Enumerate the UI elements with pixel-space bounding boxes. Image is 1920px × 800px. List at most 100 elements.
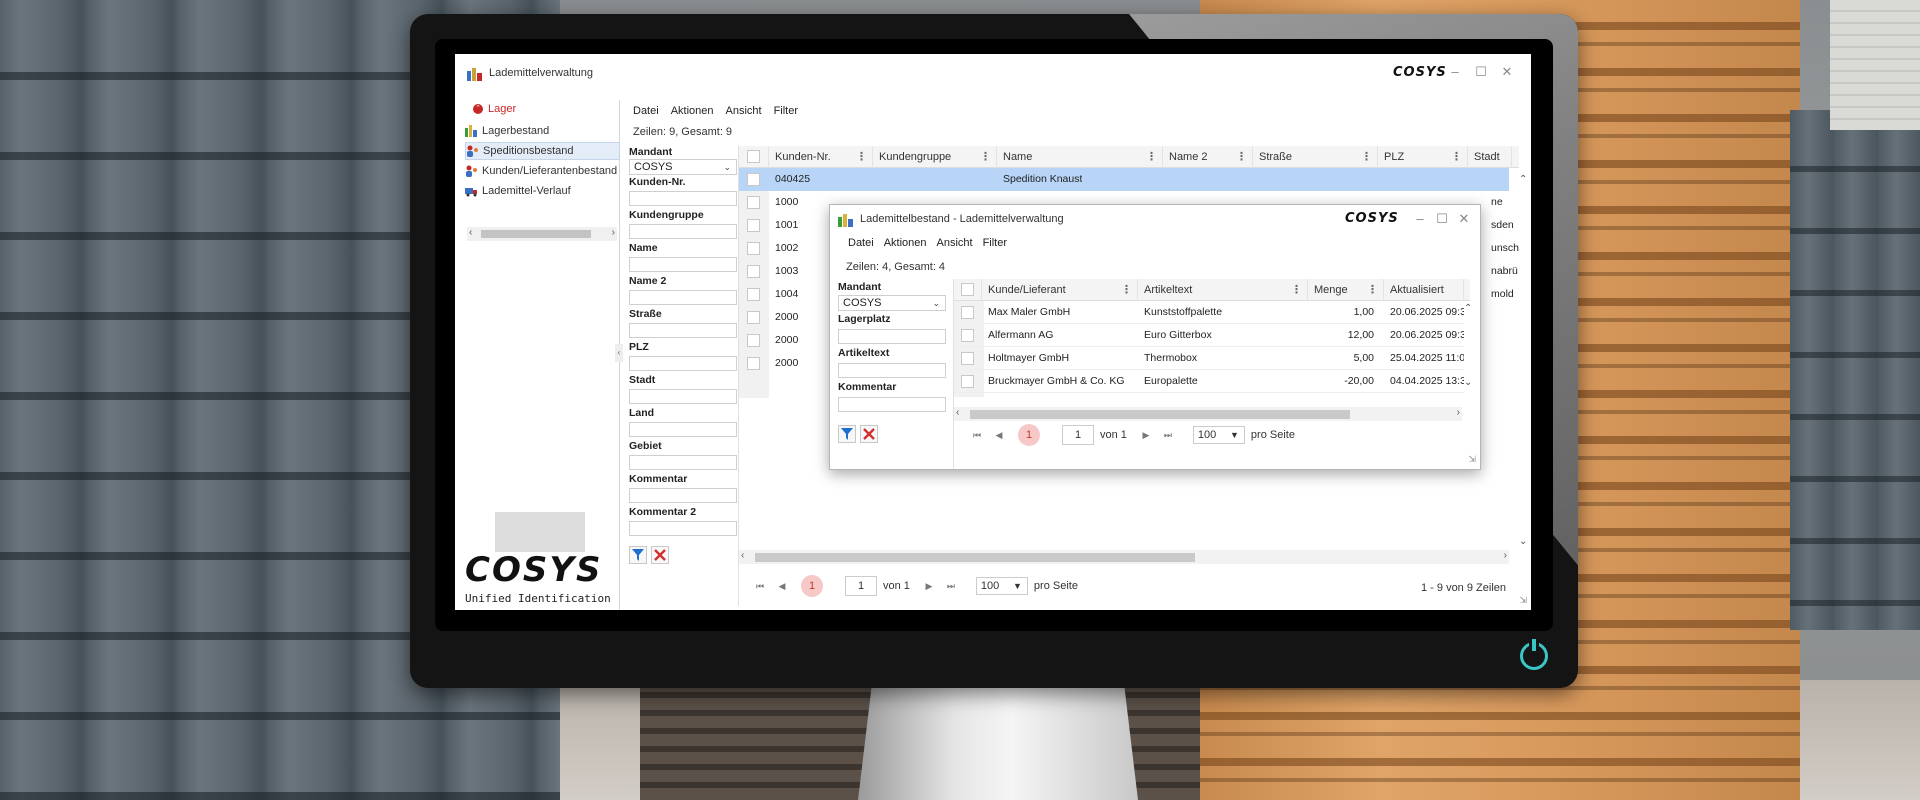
filter-input-kommentar[interactable] — [629, 488, 737, 503]
filter-input-name-2[interactable] — [629, 290, 737, 305]
grid-vertical-scrollbar[interactable]: ⌃ ⌄ — [1517, 174, 1531, 554]
nav-item-speditionsbestand[interactable]: Speditionsbestand — [465, 142, 620, 160]
menu-filter[interactable]: Filter — [774, 105, 798, 117]
scroll-left-icon[interactable]: ‹ — [469, 227, 472, 238]
column-menu-icon[interactable]: ⋮ — [1451, 146, 1462, 168]
scroll-left-icon[interactable]: ‹ — [741, 550, 744, 561]
clear-filter-button[interactable] — [860, 425, 878, 443]
row-checkbox[interactable] — [747, 219, 760, 232]
nav-scrollbar[interactable]: ‹ › — [467, 227, 617, 241]
page-size-select[interactable]: 100 ▼ — [975, 577, 1028, 595]
column-menu-icon[interactable]: ⋮ — [1361, 146, 1372, 168]
mandant-select[interactable]: COSYS ⌄ — [838, 295, 946, 311]
table-row[interactable]: Holtmayer GmbH Thermobox 5,00 25.04.2025… — [954, 347, 1464, 370]
row-checkbox[interactable] — [961, 329, 974, 342]
filter-input-kommentar-2[interactable] — [629, 521, 737, 536]
prev-page-icon[interactable]: ◀ — [771, 581, 793, 592]
maximize-icon[interactable]: ☐ — [1434, 211, 1450, 227]
row-checkbox[interactable] — [747, 196, 760, 209]
select-all-checkbox[interactable] — [961, 283, 974, 296]
scroll-thumb[interactable] — [970, 410, 1350, 419]
column-header-kunde-lieferant[interactable]: Kunde/Lieferant ⋮ — [982, 279, 1138, 301]
filter-input-kommentar[interactable] — [838, 397, 946, 412]
scroll-up-icon[interactable]: ⌃ — [1519, 174, 1527, 185]
menu-datei[interactable]: Datei — [633, 105, 659, 117]
column-menu-icon[interactable]: ⋮ — [856, 146, 867, 168]
mandant-select[interactable]: COSYS ⌄ — [629, 159, 737, 175]
current-page-badge[interactable]: 1 — [801, 575, 823, 597]
column-header-stadt[interactable]: Stadt — [1468, 146, 1512, 168]
minimize-icon[interactable]: – — [1447, 64, 1463, 80]
maximize-icon[interactable]: ☐ — [1473, 64, 1489, 80]
menu-ansicht[interactable]: Ansicht — [726, 105, 762, 117]
table-row[interactable]: Bruckmayer GmbH & Co. KG Europalette -20… — [954, 370, 1464, 393]
column-header-name[interactable]: Name ⋮ — [997, 146, 1163, 168]
row-checkbox[interactable] — [747, 242, 760, 255]
scroll-down-icon[interactable]: ⌄ — [1519, 536, 1527, 547]
row-checkbox[interactable] — [747, 265, 760, 278]
apply-filter-button[interactable] — [629, 546, 647, 564]
column-header-aktualisiert[interactable]: Aktualisiert — [1384, 279, 1464, 301]
menu-datei[interactable]: Datei — [848, 237, 874, 249]
menu-aktionen[interactable]: Aktionen — [671, 105, 714, 117]
row-checkbox[interactable] — [961, 306, 974, 319]
column-header-name-2[interactable]: Name 2 ⋮ — [1163, 146, 1253, 168]
next-page-icon[interactable]: ▶ — [1135, 430, 1157, 441]
menu-ansicht[interactable]: Ansicht — [937, 237, 973, 249]
minimize-icon[interactable]: – — [1412, 211, 1428, 227]
column-header-menge[interactable]: Menge ⋮ — [1308, 279, 1384, 301]
scroll-right-icon[interactable]: › — [1504, 550, 1507, 561]
filter-input-stadt[interactable] — [629, 389, 737, 404]
resize-grip-icon[interactable]: ⇲ — [1468, 454, 1476, 465]
dialog-horizontal-scrollbar[interactable]: ‹ › — [954, 407, 1462, 421]
prev-page-icon[interactable]: ◀ — [988, 430, 1010, 441]
scroll-up-icon[interactable]: ⌃ — [1464, 303, 1472, 314]
column-menu-icon[interactable]: ⋮ — [1146, 146, 1157, 168]
select-all-checkbox[interactable] — [747, 150, 760, 163]
scroll-thumb[interactable] — [755, 553, 1195, 562]
column-menu-icon[interactable]: ⋮ — [1121, 279, 1132, 301]
column-menu-icon[interactable]: ⋮ — [1367, 279, 1378, 301]
nav-item-kunden-lieferantenbestand[interactable]: Kunden/Lieferantenbestand — [465, 162, 620, 180]
apply-filter-button[interactable] — [838, 425, 856, 443]
page-size-select[interactable]: 100 ▼ — [1192, 426, 1245, 444]
filter-input-lagerplatz[interactable] — [838, 329, 946, 344]
column-menu-icon[interactable]: ⋮ — [980, 146, 991, 168]
row-checkbox[interactable] — [961, 352, 974, 365]
last-page-icon[interactable]: ⏭ — [940, 581, 962, 592]
page-number-input[interactable]: 1 — [1062, 425, 1094, 445]
column-header-strasse[interactable]: Straße ⋮ — [1253, 146, 1378, 168]
row-checkbox[interactable] — [747, 288, 760, 301]
menu-aktionen[interactable]: Aktionen — [884, 237, 927, 249]
first-page-icon[interactable]: ⏮ — [749, 581, 771, 592]
filter-input-plz[interactable] — [629, 356, 737, 371]
filter-input-strasse[interactable] — [629, 323, 737, 338]
scroll-right-icon[interactable]: › — [1457, 407, 1460, 418]
row-checkbox[interactable] — [747, 173, 760, 186]
next-page-icon[interactable]: ▶ — [918, 581, 940, 592]
nav-item-lagerbestand[interactable]: Lagerbestand — [465, 122, 620, 140]
table-row[interactable]: Max Maler GmbH Kunststoffpalette 1,00 20… — [954, 301, 1464, 324]
scroll-right-icon[interactable]: › — [612, 227, 615, 238]
current-page-badge[interactable]: 1 — [1018, 424, 1040, 446]
row-checkbox[interactable] — [747, 311, 760, 324]
filter-input-name[interactable] — [629, 257, 737, 272]
column-menu-icon[interactable]: ⋮ — [1236, 146, 1247, 168]
close-icon[interactable]: ✕ — [1456, 211, 1472, 227]
clear-filter-button[interactable] — [651, 546, 669, 564]
power-icon[interactable] — [1520, 639, 1548, 670]
filter-input-land[interactable] — [629, 422, 737, 437]
table-row[interactable]: 040425 Spedition Knaust — [739, 168, 1509, 191]
menu-filter[interactable]: Filter — [983, 237, 1007, 249]
column-header-kunden-nr[interactable]: Kunden-Nr. ⋮ — [769, 146, 873, 168]
column-menu-icon[interactable]: ⋮ — [1291, 279, 1302, 301]
row-checkbox[interactable] — [961, 375, 974, 388]
table-row[interactable]: Alfermann AG Euro Gitterbox 12,00 20.06.… — [954, 324, 1464, 347]
filter-input-kundengruppe[interactable] — [629, 224, 737, 239]
column-header-plz[interactable]: PLZ ⋮ — [1378, 146, 1468, 168]
row-checkbox[interactable] — [747, 334, 760, 347]
filter-input-artikeltext[interactable] — [838, 363, 946, 378]
resize-grip-icon[interactable]: ⇲ — [1519, 595, 1527, 606]
first-page-icon[interactable]: ⏮ — [966, 430, 988, 441]
nav-item-lademittel-verlauf[interactable]: Lademittel-Verlauf — [465, 182, 620, 200]
